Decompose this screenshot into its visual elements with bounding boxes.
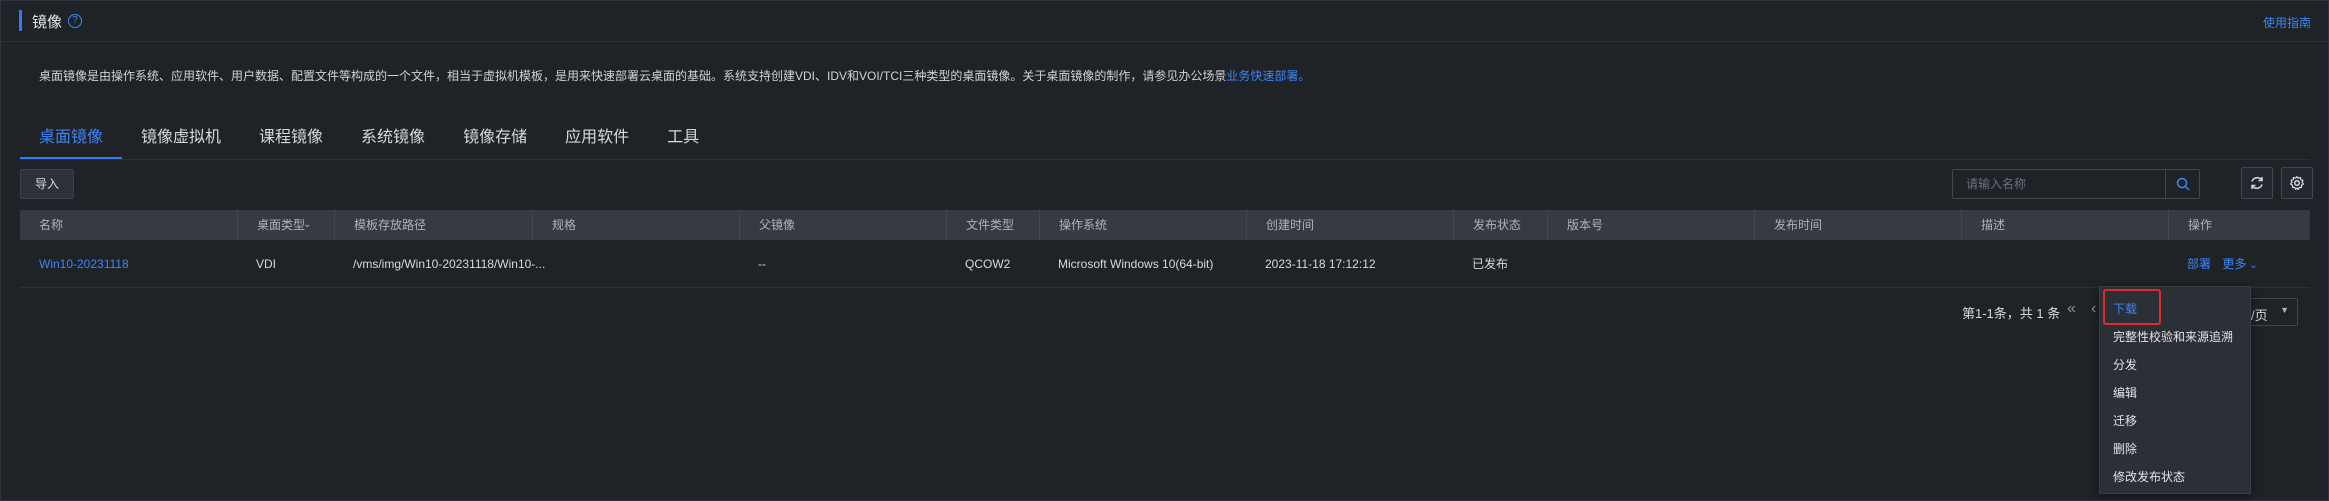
cell-path: /vms/img/Win10-20231118/Win10-... — [353, 257, 546, 271]
menu-item-distribute[interactable]: 分发 — [2113, 356, 2137, 373]
col-header-name[interactable]: 名称 — [20, 210, 237, 240]
tabs-divider — [20, 159, 2310, 160]
col-header-created[interactable]: 创建时间 — [1246, 210, 1453, 240]
tab-image-storage[interactable]: 镜像存储 — [444, 118, 546, 160]
more-actions-menu: 下载 完整性校验和来源追溯 分发 编辑 迁移 删除 修改发布状态 — [2099, 286, 2251, 494]
tab-image-vm[interactable]: 镜像虚拟机 — [122, 118, 240, 160]
col-header-file-type[interactable]: 文件类型 — [946, 210, 1039, 240]
col-header-version[interactable]: 版本号 — [1547, 210, 1754, 240]
more-link-label: 更多 — [2222, 257, 2247, 271]
cell-os: Microsoft Windows 10(64-bit) — [1058, 257, 1214, 271]
refresh-icon — [2251, 176, 2263, 190]
guide-link[interactable]: 使用指南 — [2263, 14, 2311, 31]
tab-app-software[interactable]: 应用软件 — [546, 118, 648, 160]
col-header-desktop-type-label: 桌面类型 — [257, 218, 306, 232]
cell-actions: 部署 更多 ⌄ — [2168, 240, 2258, 288]
cell-spec — [532, 240, 551, 288]
col-header-publish-status[interactable]: 发布状态 — [1453, 210, 1547, 240]
refresh-button[interactable] — [2241, 167, 2273, 199]
gear-icon — [2289, 175, 2305, 190]
cell-version — [1547, 240, 1566, 288]
tab-desktop-image[interactable]: 桌面镜像 — [20, 118, 123, 160]
cell-publish-status: 已发布 — [1472, 257, 1509, 271]
menu-item-edit[interactable]: 编辑 — [2113, 384, 2137, 401]
col-header-spec[interactable]: 规格 — [532, 210, 739, 240]
image-table: 名称 桌面类型 ⌄ 模板存放路径 规格 父镜像 文件类型 操作系统 创建时间 发… — [20, 210, 2310, 288]
page-title: 镜像 — [32, 14, 63, 31]
chevron-down-icon: ⌄ — [2246, 260, 2258, 271]
table-row: Win10-20231118 VDI /vms/img/Win10-202311… — [20, 240, 2310, 288]
col-header-desc[interactable]: 描述 — [1961, 210, 2168, 240]
col-header-desktop-type[interactable]: 桌面类型 — [237, 210, 334, 240]
help-icon[interactable]: ? — [68, 14, 82, 28]
menu-item-migrate[interactable]: 迁移 — [2113, 412, 2137, 429]
tab-system-image[interactable]: 系统镜像 — [342, 118, 444, 160]
title-accent-bar — [19, 10, 22, 31]
cell-desc — [1961, 240, 1980, 288]
title-bar: 镜像 ? 使用指南 — [0, 0, 2329, 42]
settings-button[interactable] — [2281, 167, 2313, 199]
page-size-label: /页 — [2251, 308, 2268, 323]
col-header-publish-time[interactable]: 发布时间 — [1754, 210, 1961, 240]
cell-publish-time — [1754, 240, 1773, 288]
more-link[interactable]: 更多 ⌄ — [2222, 257, 2257, 271]
import-button[interactable]: 导入 — [20, 169, 74, 199]
chevron-down-icon: ▼ — [2280, 305, 2289, 315]
tab-tools[interactable]: 工具 — [648, 118, 718, 160]
menu-item-integrity-check[interactable]: 完整性校验和来源追溯 — [2113, 328, 2233, 345]
cell-parent-image: -- — [758, 257, 766, 271]
menu-item-change-publish-status[interactable]: 修改发布状态 — [2113, 468, 2185, 485]
filter-chevron-icon[interactable]: ⌄ — [303, 219, 311, 230]
deploy-link[interactable]: 部署 — [2187, 257, 2211, 271]
first-page-icon[interactable]: « — [2067, 300, 2076, 318]
table-header: 名称 桌面类型 ⌄ 模板存放路径 规格 父镜像 文件类型 操作系统 创建时间 发… — [20, 210, 2310, 240]
tab-bar: 桌面镜像 镜像虚拟机 课程镜像 系统镜像 镜像存储 应用软件 工具 — [20, 118, 718, 160]
tab-course-image[interactable]: 课程镜像 — [240, 118, 342, 160]
description-link[interactable]: 业务快速部署。 — [1226, 69, 1310, 83]
search-icon — [2176, 177, 2190, 191]
menu-item-download[interactable]: 下载 — [2113, 300, 2137, 317]
search-button[interactable] — [2165, 170, 2199, 198]
description-text: 桌面镜像是由操作系统、应用软件、用户数据、配置文件等构成的一个文件，相当于虚拟机… — [39, 69, 1227, 83]
cell-file-type: QCOW2 — [965, 257, 1011, 271]
col-header-parent-image[interactable]: 父镜像 — [739, 210, 946, 240]
page-description: 桌面镜像是由操作系统、应用软件、用户数据、配置文件等构成的一个文件，相当于虚拟机… — [39, 67, 1310, 84]
search-input[interactable] — [1953, 170, 2155, 198]
search-box — [1952, 169, 2200, 199]
cell-desktop-type: VDI — [256, 257, 277, 271]
col-header-actions: 操作 — [2168, 210, 2310, 240]
image-name-link[interactable]: Win10-20231118 — [39, 257, 129, 271]
menu-item-delete[interactable]: 删除 — [2113, 440, 2137, 457]
col-header-path[interactable]: 模板存放路径 — [334, 210, 532, 240]
cell-created: 2023-11-18 17:12:12 — [1265, 257, 1376, 271]
pagination-summary: 第1-1条，共 1 条 — [1962, 306, 2061, 321]
prev-page-icon[interactable]: ‹ — [2091, 300, 2096, 318]
col-header-os[interactable]: 操作系统 — [1039, 210, 1246, 240]
cell-name: Win10-20231118 — [20, 240, 129, 288]
